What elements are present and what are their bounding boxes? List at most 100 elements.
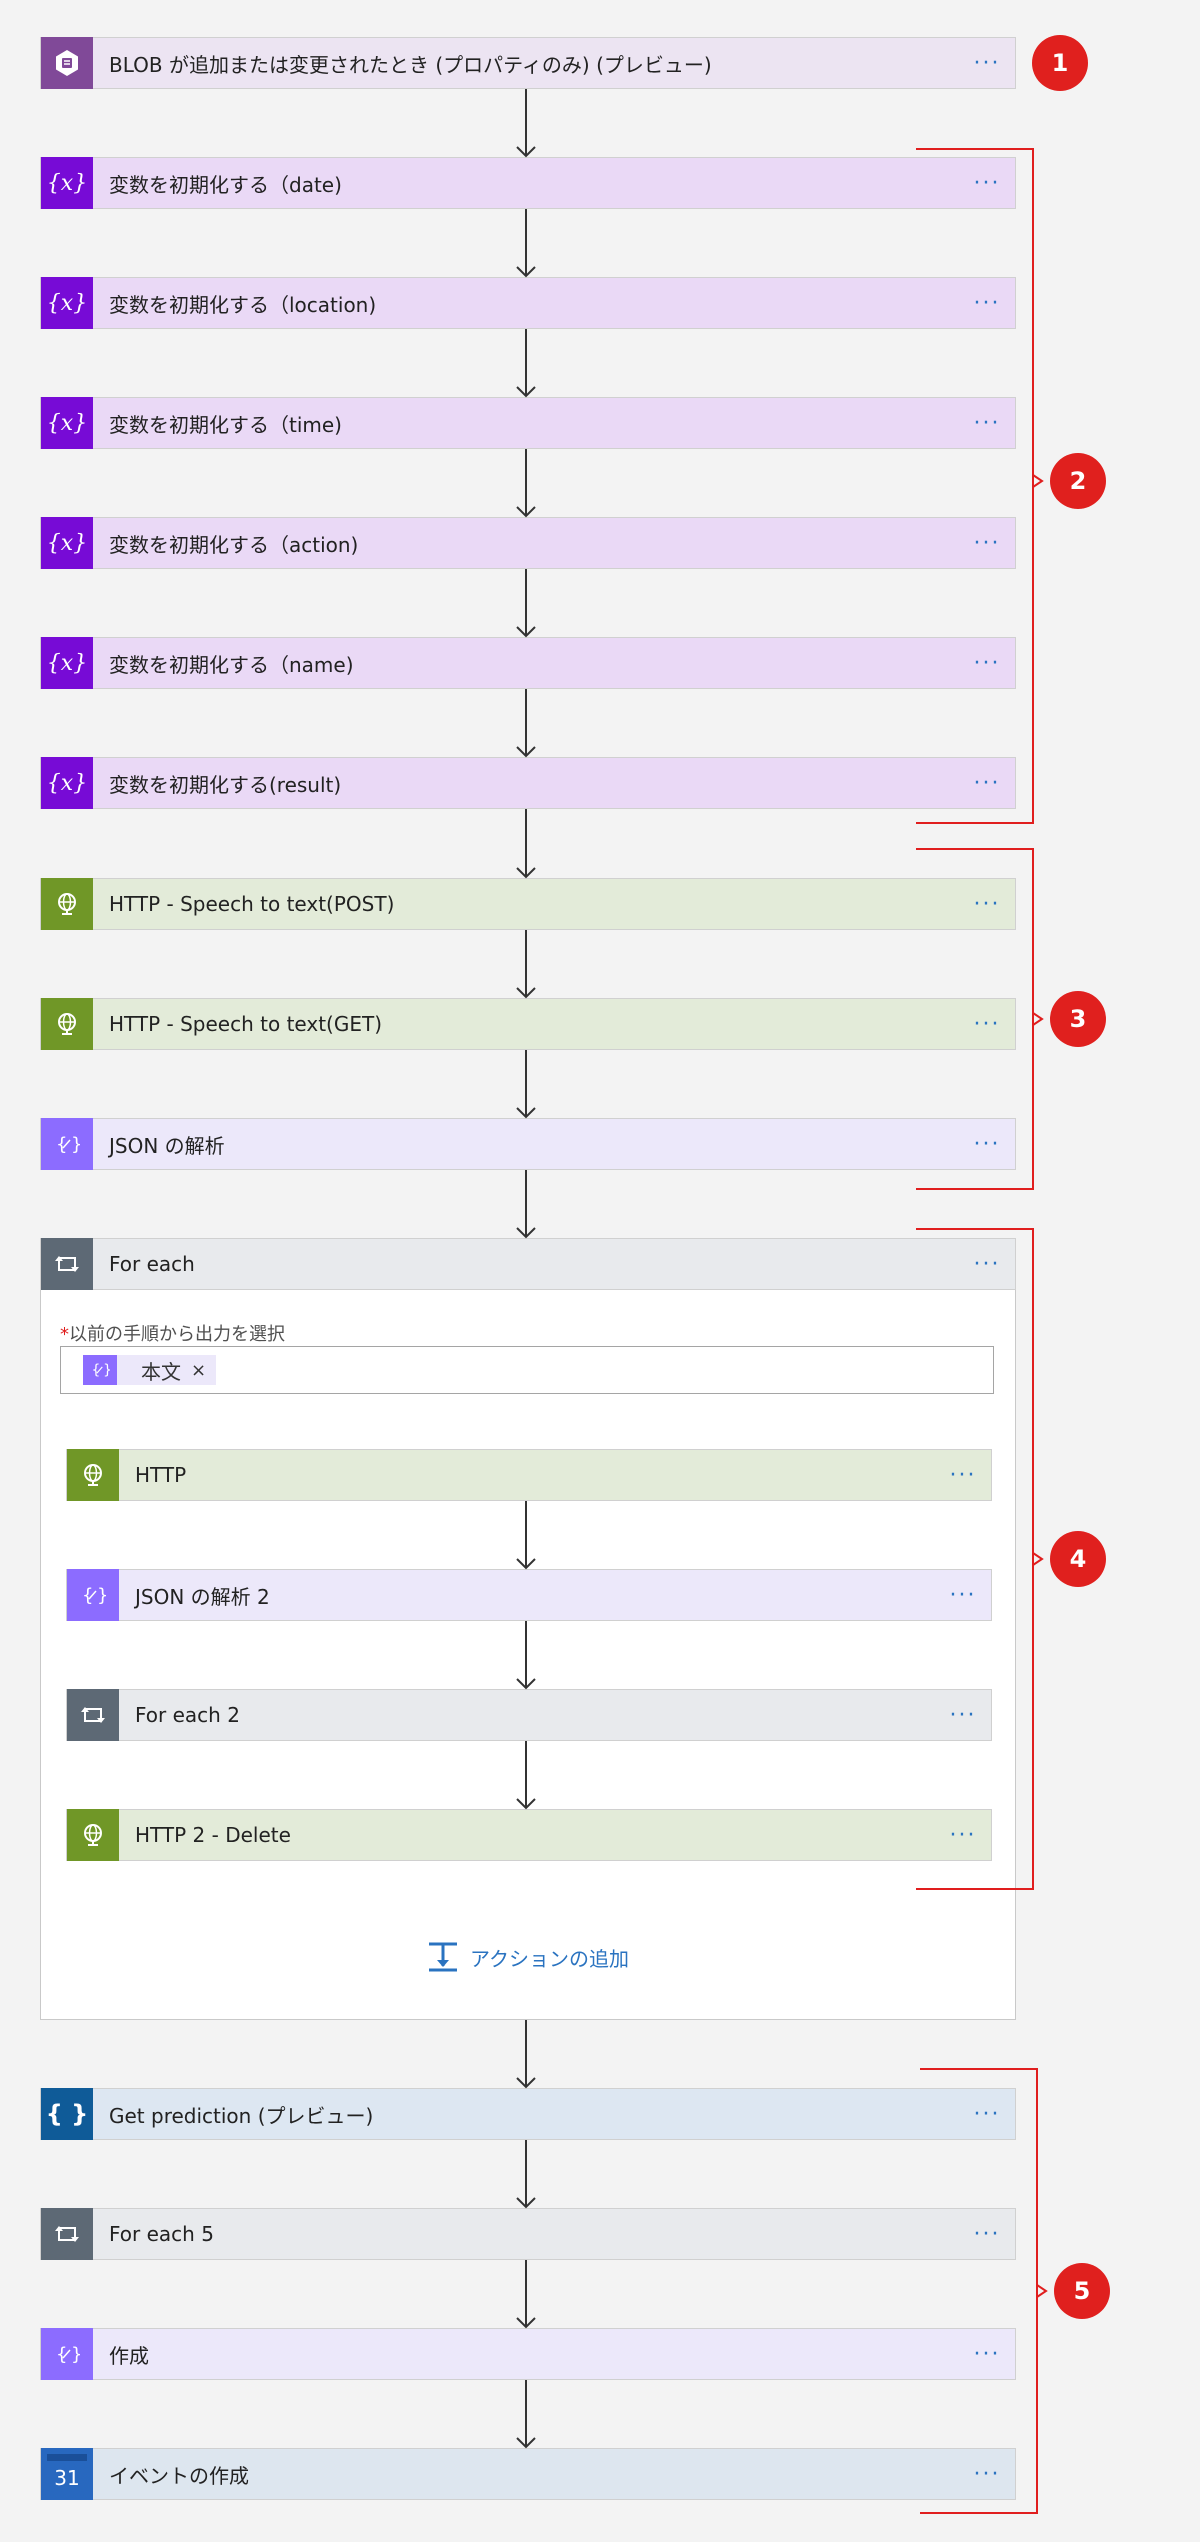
data-operation-icon: {} [41,2328,93,2380]
connector-arrow [515,449,537,518]
get-prediction-card[interactable]: { } Get prediction (プレビュー) ··· [40,2088,1016,2140]
flow-canvas: BLOB が追加または変更されたとき (プロパティのみ) (プレビュー) ···… [0,0,1200,2542]
connector-arrow [515,2260,537,2329]
step-label: イベントの作成 [109,2463,249,2488]
connector-arrow [515,2140,537,2209]
variable-icon: {x} [41,757,93,809]
init-variable-time-card[interactable]: {x} 変数を初期化する（time) ··· [40,397,1016,449]
chip-remove-button[interactable]: × [191,1360,216,1381]
loop-icon [41,1238,93,1290]
connector-arrow [515,2380,537,2449]
http-post-card[interactable]: HTTP - Speech to text(POST) ··· [40,878,1016,930]
step-label: For each [109,1252,195,1276]
step-label: HTTP - Speech to text(POST) [109,892,395,916]
for-each-output-field[interactable]: {} 本文 × [60,1346,994,1394]
connector-arrow [515,1170,537,1239]
add-action-button[interactable]: アクションの追加 [426,1940,629,1974]
step-label: 作成 [109,2343,149,2368]
connector-arrow [515,930,537,999]
for-each-5-card[interactable]: For each 5 ··· [40,2208,1016,2260]
step-label: Get prediction (プレビュー) [109,2103,374,2128]
connector-arrow [515,209,537,278]
connector-arrow [515,2020,537,2089]
step-label: HTTP [135,1463,187,1487]
annotation-badge-4: 4 [1050,1531,1106,1587]
loop-icon [67,1689,119,1741]
step-label: 変数を初期化する（date) [109,172,342,197]
data-operation-icon: {} [83,1355,117,1385]
variable-icon: {x} [41,517,93,569]
connector-arrow [515,689,537,758]
annotation-badge-2: 2 [1050,453,1106,509]
for-each-field-label: *以前の手順から出力を選択 [60,1320,285,1346]
init-variable-date-card[interactable]: {x} 変数を初期化する（date) ··· [40,157,1016,209]
trigger-label: BLOB が追加または変更されたとき (プロパティのみ) (プレビュー) [109,52,712,77]
http-card[interactable]: HTTP ··· [66,1449,992,1501]
init-variable-location-card[interactable]: {x} 変数を初期化する（location) ··· [40,277,1016,329]
connector-arrow [515,1741,537,1810]
required-mark: * [60,1324,69,1345]
http-globe-icon [67,1449,119,1501]
step-label: 変数を初期化する（time) [109,412,342,437]
http-globe-icon [67,1809,119,1861]
annotation-bracket-2 [916,148,1034,824]
step-label: 変数を初期化する（action) [109,532,359,557]
annotation-badge-3: 3 [1050,991,1106,1047]
step-label: HTTP 2 - Delete [135,1823,291,1847]
init-variable-result-card[interactable]: {x} 変数を初期化する(result) ··· [40,757,1016,809]
dynamic-content-chip[interactable]: {} 本文 × [83,1355,217,1385]
step-label: For each 2 [135,1703,240,1727]
variable-icon: {x} [41,397,93,449]
for-each-2-card[interactable]: For each 2 ··· [66,1689,992,1741]
annotation-bracket-5 [920,2068,1038,2514]
connector-arrow [515,809,537,879]
field-label-text: 以前の手順から出力を選択 [69,1324,285,1345]
data-operation-icon: {} [67,1569,119,1621]
variable-icon: {x} [41,157,93,209]
init-variable-name-card[interactable]: {x} 変数を初期化する（name) ··· [40,637,1016,689]
connector-arrow [515,1050,537,1119]
svg-text:}: } [71,1134,80,1155]
step-label: JSON の解析 [109,1133,225,1158]
step-label: 変数を初期化する（name) [109,652,354,677]
json-parse-card[interactable]: {} JSON の解析 ··· [40,1118,1016,1170]
calendar-day: 31 [47,2461,87,2494]
svg-text:}: } [97,1585,106,1606]
http-globe-icon [41,878,93,930]
annotation-bracket-4 [916,1228,1034,1890]
svg-text:}: } [103,1363,110,1379]
annotation-badge-5: 5 [1054,2263,1110,2319]
for-each-card[interactable]: For each ··· [40,1238,1016,1290]
step-label: HTTP - Speech to text(GET) [109,1012,383,1036]
json-parse-2-card[interactable]: {} JSON の解析 2 ··· [66,1569,992,1621]
step-label: 変数を初期化する(result) [109,772,342,797]
chip-text: 本文 [141,1359,181,1384]
create-event-card[interactable]: 31 イベントの作成 ··· [40,2448,1016,2500]
blob-storage-icon [41,37,93,89]
calendar-icon: 31 [41,2448,93,2500]
connector-arrow [515,1501,537,1570]
custom-connector-icon: { } [41,2088,93,2140]
trigger-card[interactable]: BLOB が追加または変更されたとき (プロパティのみ) (プレビュー) ··· [40,37,1016,89]
connector-arrow [515,89,537,158]
svg-text:}: } [71,2344,80,2365]
http-get-card[interactable]: HTTP - Speech to text(GET) ··· [40,998,1016,1050]
add-action-icon [429,1942,457,1972]
init-variable-action-card[interactable]: {x} 変数を初期化する（action) ··· [40,517,1016,569]
annotation-badge-1: 1 [1032,35,1088,91]
step-label: JSON の解析 2 [135,1584,270,1609]
compose-card[interactable]: {} 作成 ··· [40,2328,1016,2380]
step-label: For each 5 [109,2222,214,2246]
connector-arrow [515,569,537,638]
variable-icon: {x} [41,637,93,689]
annotation-bracket-3 [916,848,1034,1190]
http-globe-icon [41,998,93,1050]
loop-icon [41,2208,93,2260]
more-options-button[interactable]: ··· [959,51,1015,76]
data-operation-icon: {} [41,1118,93,1170]
http-delete-card[interactable]: HTTP 2 - Delete ··· [66,1809,992,1861]
step-label: 変数を初期化する（location) [109,292,377,317]
variable-icon: {x} [41,277,93,329]
connector-arrow [515,329,537,398]
add-action-label: アクションの追加 [470,1946,629,1971]
